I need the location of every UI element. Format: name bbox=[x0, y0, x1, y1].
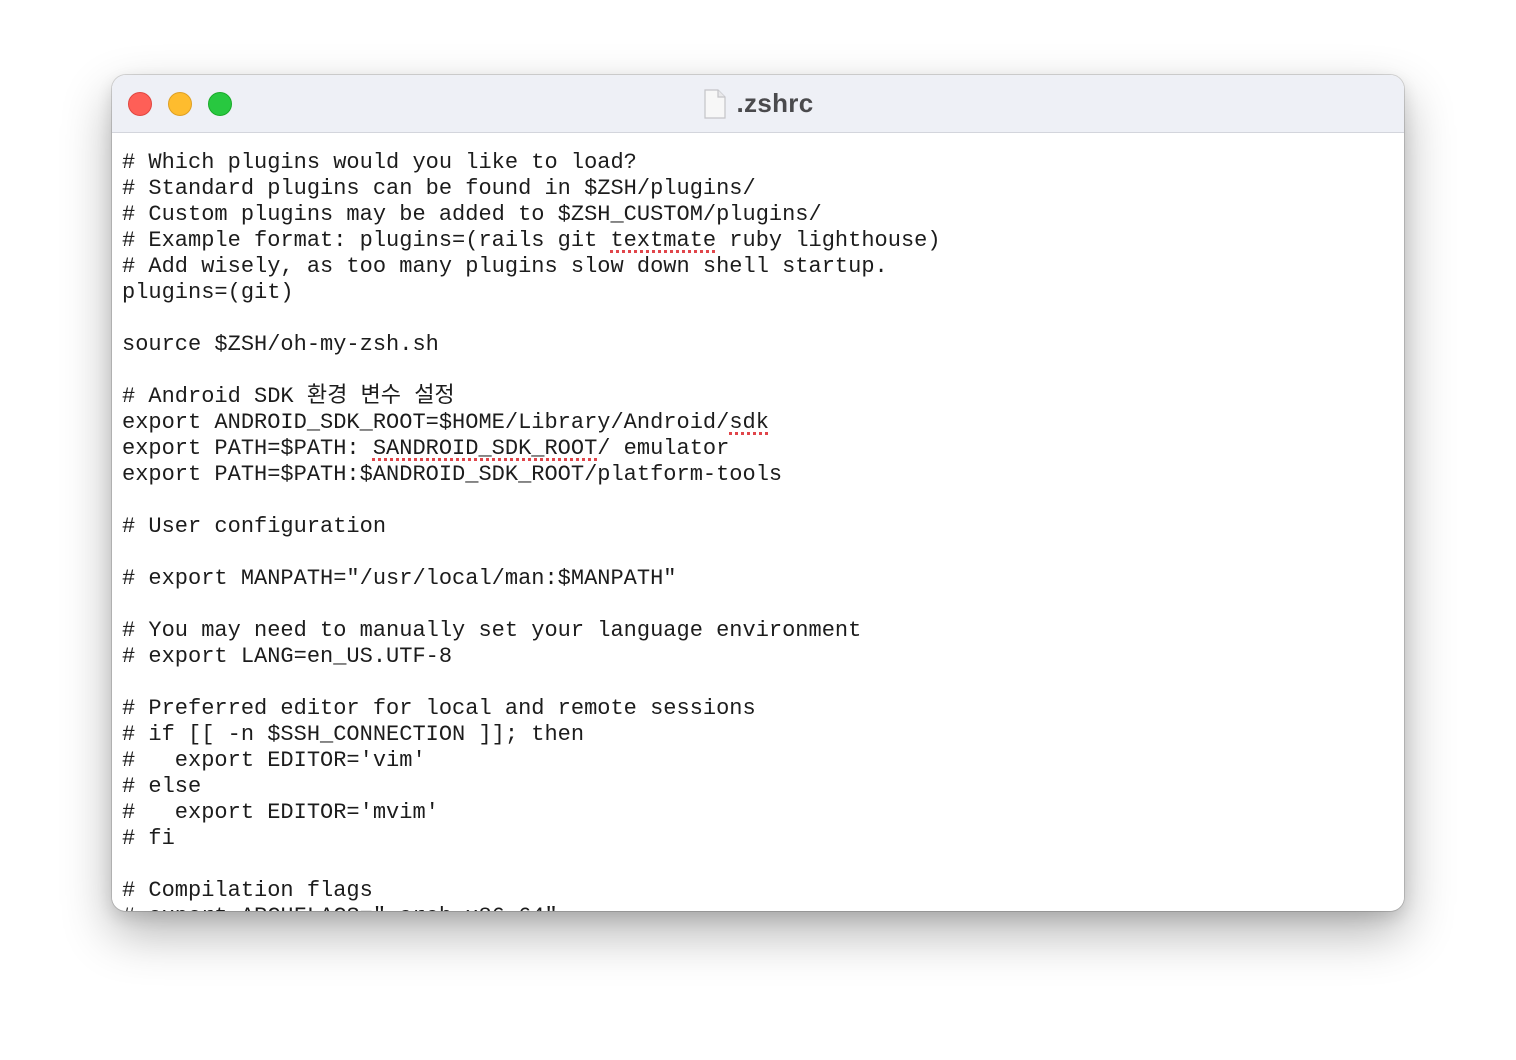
code-line: # User configuration bbox=[122, 514, 387, 539]
code-line: # else bbox=[122, 774, 202, 799]
spelling-error-word[interactable]: SANDROID_SDK_ROOT bbox=[373, 436, 597, 461]
code-line: # Android SDK 환경 변수 설정 bbox=[122, 384, 455, 409]
spelling-error-word[interactable]: sdk bbox=[729, 410, 769, 435]
code-line: # You may need to manually set your lang… bbox=[122, 618, 862, 643]
code-line: plugins=(git) bbox=[122, 280, 294, 305]
title-bar[interactable]: .zshrc bbox=[112, 75, 1404, 133]
window-title: .zshrc bbox=[736, 88, 814, 118]
code-line: # Preferred editor for local and remote … bbox=[122, 696, 756, 721]
code-line: # export ARCHFLAGS="-arch x86_64" bbox=[122, 904, 558, 911]
code-line: # export EDITOR='mvim' bbox=[122, 800, 439, 825]
document-icon[interactable] bbox=[703, 88, 727, 119]
code-line: # Example format: plugins=(rails git tex… bbox=[122, 228, 941, 253]
code-line: # Standard plugins can be found in $ZSH/… bbox=[122, 176, 756, 201]
code-line: # export EDITOR='vim' bbox=[122, 748, 426, 773]
code-line: source $ZSH/oh-my-zsh.sh bbox=[122, 332, 439, 357]
text-editor-area[interactable]: # Which plugins would you like to load? #… bbox=[112, 133, 1404, 911]
code-line: # if [[ -n $SSH_CONNECTION ]]; then bbox=[122, 722, 585, 747]
code-line: # fi bbox=[122, 826, 175, 851]
code-line: # Add wisely, as too many plugins slow d… bbox=[122, 254, 888, 279]
code-line: # Which plugins would you like to load? bbox=[122, 150, 637, 175]
code-line: # export MANPATH="/usr/local/man:$MANPAT… bbox=[122, 566, 677, 591]
code-line: # export LANG=en_US.UTF-8 bbox=[122, 644, 453, 669]
spelling-error-word[interactable]: textmate bbox=[610, 228, 716, 253]
code-line: # Compilation flags bbox=[122, 878, 373, 903]
code-line: export PATH=$PATH:$ANDROID_SDK_ROOT/plat… bbox=[122, 462, 783, 487]
code-line: export ANDROID_SDK_ROOT=$HOME/Library/An… bbox=[122, 410, 769, 435]
code-line: # Custom plugins may be added to $ZSH_CU… bbox=[122, 202, 822, 227]
code-line: export PATH=$PATH: SANDROID_SDK_ROOT/ em… bbox=[122, 436, 730, 461]
editor-window: .zshrc # Which plugins would you like to… bbox=[112, 75, 1404, 911]
window-title-group: .zshrc bbox=[112, 75, 1404, 132]
